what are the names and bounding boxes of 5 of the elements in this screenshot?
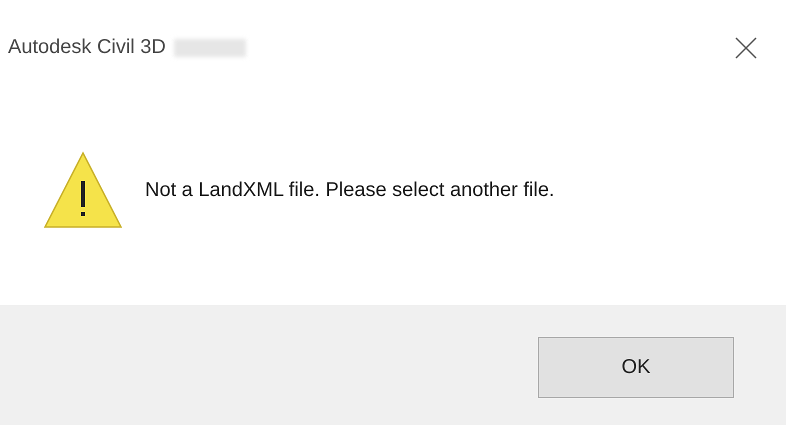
window-title: Autodesk Civil 3D bbox=[8, 36, 166, 59]
ok-button[interactable]: OK bbox=[538, 337, 734, 398]
close-icon[interactable] bbox=[734, 36, 758, 60]
warning-icon bbox=[43, 151, 123, 229]
message-text: Not a LandXML file. Please select another file. bbox=[145, 178, 554, 202]
